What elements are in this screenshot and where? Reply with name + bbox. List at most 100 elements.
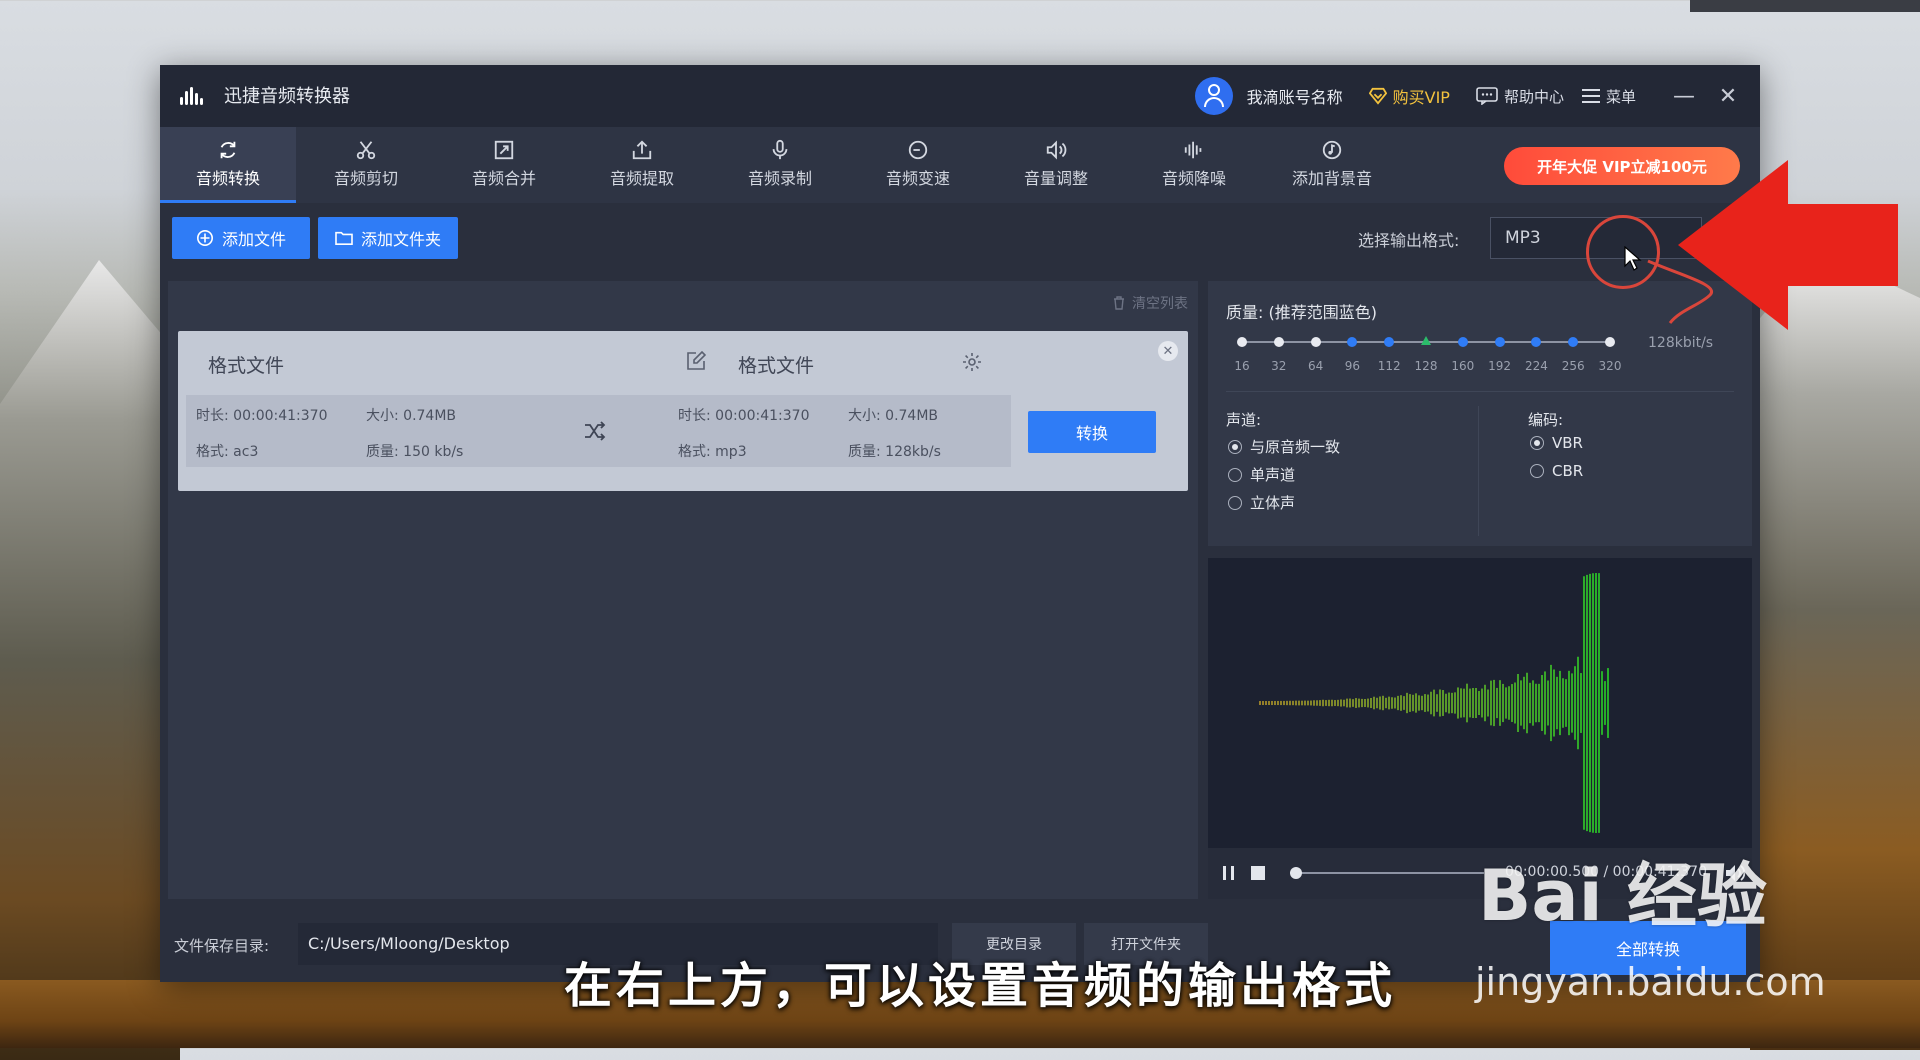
minimize-button[interactable]: — xyxy=(1662,74,1706,118)
channel-option-label: 与原音频一致 xyxy=(1250,438,1341,456)
source-size: 大小: 0.74MB xyxy=(366,408,457,424)
channel-option-mono[interactable]: 单声道 xyxy=(1228,464,1295,485)
file-card-header: 格式文件 格式文件 xyxy=(178,331,1188,391)
tab-label: 音频剪切 xyxy=(333,169,398,188)
tab-audio-merge[interactable]: 音频合并 xyxy=(436,127,572,203)
channel-option-original[interactable]: 与原音频一致 xyxy=(1228,436,1340,457)
waveform xyxy=(1259,573,1609,833)
background-mountain-left xyxy=(0,260,180,1060)
add-folder-button[interactable]: 添加文件夹 xyxy=(318,217,458,259)
file-card: 格式文件 格式文件 时长: 00:00:41:370 大小: 0.74MB 格式… xyxy=(178,331,1188,491)
gear-icon[interactable] xyxy=(962,352,982,372)
pause-icon[interactable] xyxy=(1220,864,1238,882)
quality-tick-label: 224 xyxy=(1524,359,1548,373)
progress-bar[interactable] xyxy=(1289,867,1484,879)
tab-label: 音频提取 xyxy=(609,169,674,188)
quality-dot-32[interactable] xyxy=(1273,337,1284,347)
source-quality: 质量: 150 kb/s xyxy=(366,444,464,460)
mouse-cursor-icon xyxy=(1624,246,1642,271)
quality-dot-96[interactable] xyxy=(1347,337,1358,347)
quality-dot-320[interactable] xyxy=(1605,337,1615,347)
quality-tick-label: 64 xyxy=(1307,359,1324,373)
buy-vip-link[interactable]: 购买VIP xyxy=(1393,84,1450,108)
quality-slider[interactable] xyxy=(1237,336,1615,347)
folder-icon xyxy=(335,231,353,246)
source-file-name: 格式文件 xyxy=(208,355,285,377)
tab-audio-cut[interactable]: 音频剪切 xyxy=(298,127,434,203)
tab-background-music[interactable]: 添加背景音 xyxy=(1264,127,1400,203)
tab-audio-convert[interactable]: 音频转换 xyxy=(160,127,296,203)
speed-icon xyxy=(908,140,928,160)
stop-icon[interactable] xyxy=(1250,865,1266,881)
tab-label: 添加背景音 xyxy=(1291,169,1372,188)
source-duration: 时长: 00:00:41:370 xyxy=(196,408,328,424)
add-file-button[interactable]: 添加文件 xyxy=(172,217,310,259)
hamburger-menu-icon xyxy=(1581,89,1600,103)
quality-dot-192[interactable] xyxy=(1494,337,1505,347)
remove-file-icon[interactable]: ✕ xyxy=(1158,341,1178,361)
quality-tick-label: 256 xyxy=(1561,359,1585,373)
background-window-strip xyxy=(1690,0,1920,12)
tab-volume-adjust[interactable]: 音量调整 xyxy=(988,127,1124,203)
quality-dot-256[interactable] xyxy=(1568,337,1579,347)
app-title: 迅捷音频转换器 xyxy=(224,86,350,107)
quality-tick-label: 32 xyxy=(1271,359,1287,373)
shuffle-icon xyxy=(585,421,606,441)
progress-knob[interactable] xyxy=(1289,867,1302,879)
speaker-icon xyxy=(1046,140,1067,160)
account-name[interactable]: 我滴账号名称 xyxy=(1247,84,1343,108)
output-format-label: 选择输出格式: xyxy=(1358,231,1460,250)
close-button[interactable]: ✕ xyxy=(1706,74,1750,118)
encoding-option-vbr[interactable]: VBR xyxy=(1530,434,1583,452)
encoding-option-label: CBR xyxy=(1552,462,1584,480)
trash-icon xyxy=(1114,296,1124,310)
add-folder-label: 添加文件夹 xyxy=(360,230,441,249)
avatar[interactable] xyxy=(1194,77,1233,115)
quality-dot-224[interactable] xyxy=(1531,337,1542,347)
target-format: 格式: mp3 xyxy=(678,444,747,460)
scissors-icon xyxy=(356,141,376,160)
tab-noise-reduction[interactable]: 音频降噪 xyxy=(1126,127,1262,203)
target-file-name: 格式文件 xyxy=(738,355,815,377)
quality-tick-label: 128 xyxy=(1414,359,1438,373)
channel-option-stereo[interactable]: 立体声 xyxy=(1228,492,1295,513)
chat-icon xyxy=(1476,87,1498,105)
encoding-option-cbr[interactable]: CBR xyxy=(1530,462,1583,480)
tab-label: 音频录制 xyxy=(747,169,812,188)
clear-list-label: 清空列表 xyxy=(1132,296,1188,312)
divider xyxy=(1226,391,1734,392)
radio-icon xyxy=(1228,439,1242,454)
clear-list-button[interactable]: 清空列表 xyxy=(1112,293,1188,313)
radio-icon xyxy=(1530,464,1544,478)
quality-dot-112[interactable] xyxy=(1384,337,1395,347)
help-center-link[interactable]: 帮助中心 xyxy=(1504,86,1564,107)
title-bar-actions: 我滴账号名称 购买VIP 帮助中心 菜单 — ✕ xyxy=(1194,65,1760,127)
red-arrow-icon xyxy=(1678,160,1898,330)
tab-audio-record[interactable]: 音频录制 xyxy=(712,127,848,203)
menu-link[interactable]: 菜单 xyxy=(1606,86,1636,107)
target-size: 大小: 0.74MB xyxy=(848,408,939,424)
music-icon xyxy=(1322,140,1342,160)
quality-dot-160[interactable] xyxy=(1457,337,1468,347)
tab-audio-speed[interactable]: 音频变速 xyxy=(850,127,986,203)
channel-option-label: 立体声 xyxy=(1250,494,1296,512)
quality-dot-64[interactable] xyxy=(1310,337,1321,347)
quality-dot-16[interactable] xyxy=(1237,337,1247,347)
edit-icon[interactable] xyxy=(686,351,706,371)
watermark-brand: Bai 经验 xyxy=(1478,855,1767,937)
quality-tick-label: 112 xyxy=(1377,359,1401,373)
quality-tick-label: 96 xyxy=(1344,359,1361,373)
target-quality: 质量: 128kb/s xyxy=(848,444,941,460)
encoding-option-label: VBR xyxy=(1552,434,1583,452)
quality-tick-label: 16 xyxy=(1234,359,1250,373)
merge-icon xyxy=(494,140,514,160)
convert-button[interactable]: 转换 xyxy=(1028,411,1156,453)
radio-icon xyxy=(1228,495,1242,510)
quality-tick-label: 160 xyxy=(1451,359,1475,373)
background-mountain-right xyxy=(1750,250,1920,1050)
video-subtitle: 在右上方，可以设置音频的输出格式 xyxy=(563,958,1396,1014)
tab-audio-extract[interactable]: 音频提取 xyxy=(574,127,710,203)
quality-dot-128[interactable] xyxy=(1421,336,1431,345)
action-bar: 添加文件 添加文件夹 选择输出格式: MP3 xyxy=(160,203,1760,275)
file-list-panel: 清空列表 格式文件 格式文件 时长: 00:00:41:370 大小: 0.74… xyxy=(168,281,1198,899)
